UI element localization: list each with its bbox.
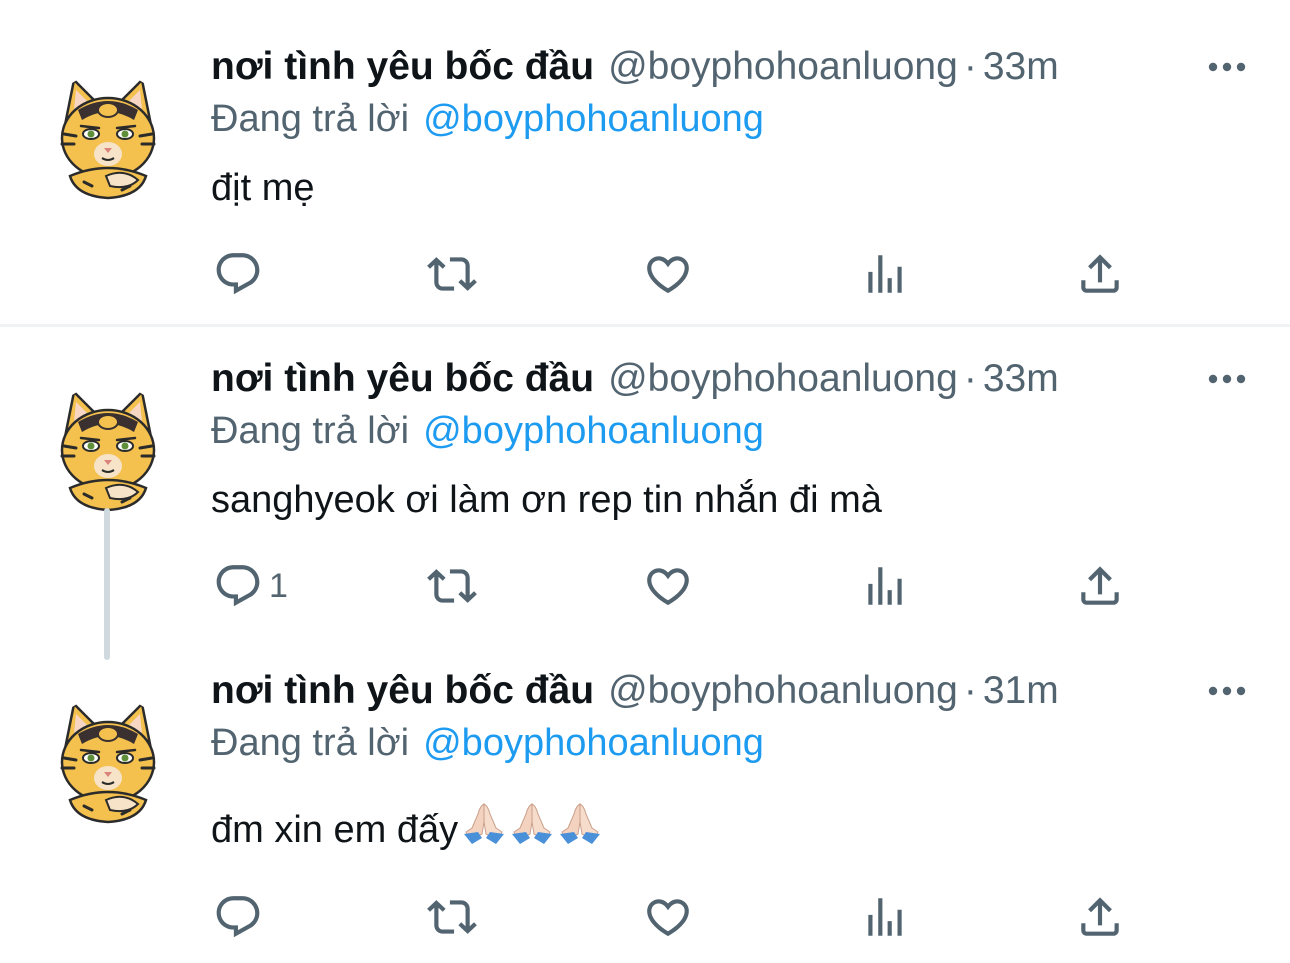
action-bar: 1 bbox=[211, 561, 1141, 611]
display-name[interactable]: nơi tình yêu bốc đầu bbox=[211, 357, 594, 400]
tweet-header: nơi tình yêu bốc đầu @boyphohoanluong · 33m bbox=[211, 354, 1059, 404]
retweet-icon bbox=[427, 892, 477, 942]
reply-button[interactable] bbox=[213, 249, 269, 299]
display-name[interactable]: nơi tình yêu bốc đầu bbox=[211, 669, 594, 712]
replying-to: Đang trả lời @boyphohoanluong bbox=[211, 718, 764, 768]
views-icon bbox=[860, 249, 910, 299]
share-button[interactable] bbox=[1075, 249, 1125, 299]
pray-emoji-group bbox=[460, 800, 604, 844]
views-icon bbox=[860, 561, 910, 611]
replying-to-label: Đang trả lời bbox=[211, 98, 410, 140]
share-icon bbox=[1075, 892, 1125, 942]
avatar[interactable] bbox=[44, 384, 172, 512]
handle[interactable]: @boyphohoanluong bbox=[608, 357, 958, 400]
tweet-header: nơi tình yêu bốc đầu @boyphohoanluong · 33m bbox=[211, 42, 1059, 92]
thread-connector-line bbox=[104, 508, 110, 660]
retweet-button[interactable] bbox=[427, 561, 477, 611]
replying-to-link[interactable]: @boyphohoanluong bbox=[423, 722, 764, 764]
timestamp[interactable]: 33m bbox=[983, 45, 1059, 88]
avatar[interactable] bbox=[44, 696, 172, 824]
action-bar bbox=[211, 249, 1141, 299]
separator: · bbox=[963, 669, 977, 712]
action-bar bbox=[211, 892, 1141, 942]
like-button[interactable] bbox=[643, 892, 693, 942]
pray-emoji-icon bbox=[556, 800, 604, 844]
views-button[interactable] bbox=[860, 249, 910, 299]
display-name[interactable]: nơi tình yêu bốc đầu bbox=[211, 45, 594, 88]
share-icon bbox=[1075, 249, 1125, 299]
more-icon[interactable] bbox=[1204, 52, 1250, 82]
replying-to-label: Đang trả lời bbox=[211, 410, 410, 452]
separator: · bbox=[963, 45, 977, 88]
reply-button[interactable]: 1 bbox=[213, 561, 288, 611]
reply-icon bbox=[213, 561, 263, 611]
retweet-button[interactable] bbox=[427, 892, 477, 942]
avatar[interactable] bbox=[44, 72, 172, 200]
reply-icon bbox=[213, 249, 263, 299]
handle[interactable]: @boyphohoanluong bbox=[608, 669, 958, 712]
more-icon[interactable] bbox=[1204, 676, 1250, 706]
tweet-divider bbox=[0, 324, 1290, 327]
tweet-text-content: đm xin em đấy bbox=[211, 809, 459, 851]
pray-emoji-icon bbox=[508, 800, 556, 844]
timestamp[interactable]: 33m bbox=[983, 357, 1059, 400]
like-button[interactable] bbox=[643, 249, 693, 299]
tweet-text: địt mẹ bbox=[211, 167, 315, 209]
share-button[interactable] bbox=[1075, 892, 1125, 942]
like-icon bbox=[643, 561, 693, 611]
separator: · bbox=[963, 357, 977, 400]
cat-avatar-icon bbox=[44, 72, 172, 200]
reply-button[interactable] bbox=[213, 892, 269, 942]
cat-avatar-icon bbox=[44, 696, 172, 824]
timestamp[interactable]: 31m bbox=[983, 669, 1059, 712]
more-icon[interactable] bbox=[1204, 364, 1250, 394]
views-button[interactable] bbox=[860, 561, 910, 611]
replying-to-link[interactable]: @boyphohoanluong bbox=[423, 98, 764, 140]
views-icon bbox=[860, 892, 910, 942]
tweet-text: sanghyeok ơi làm ơn rep tin nhắn đi mà bbox=[211, 479, 882, 521]
tweet-text: đm xin em đấy bbox=[211, 800, 604, 855]
like-icon bbox=[643, 892, 693, 942]
like-icon bbox=[643, 249, 693, 299]
replying-to: Đang trả lời @boyphohoanluong bbox=[211, 406, 764, 456]
like-button[interactable] bbox=[643, 561, 693, 611]
replying-to-link[interactable]: @boyphohoanluong bbox=[423, 410, 764, 452]
replying-to-label: Đang trả lời bbox=[211, 722, 410, 764]
share-button[interactable] bbox=[1075, 561, 1125, 611]
handle[interactable]: @boyphohoanluong bbox=[608, 45, 958, 88]
reply-count: 1 bbox=[269, 566, 288, 605]
reply-icon bbox=[213, 892, 263, 942]
retweet-icon bbox=[427, 561, 477, 611]
share-icon bbox=[1075, 561, 1125, 611]
tweet-header: nơi tình yêu bốc đầu @boyphohoanluong · 31m bbox=[211, 666, 1059, 716]
views-button[interactable] bbox=[860, 892, 910, 942]
retweet-button[interactable] bbox=[427, 249, 477, 299]
replying-to: Đang trả lời @boyphohoanluong bbox=[211, 94, 764, 144]
retweet-icon bbox=[427, 249, 477, 299]
pray-emoji-icon bbox=[460, 800, 508, 844]
cat-avatar-icon bbox=[44, 384, 172, 512]
